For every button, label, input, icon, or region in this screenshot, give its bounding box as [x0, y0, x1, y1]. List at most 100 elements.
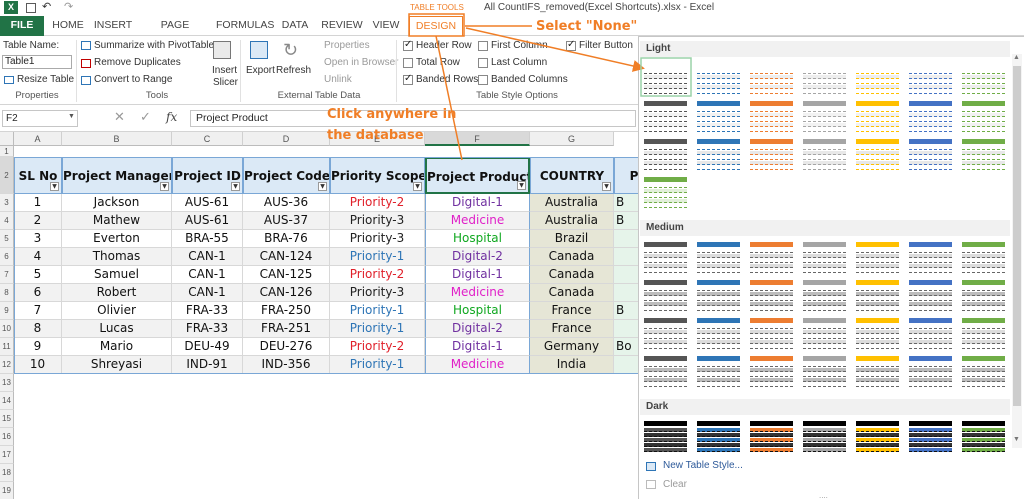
table-cell[interactable]: CAN-125	[243, 266, 330, 284]
filter-dropdown-icon[interactable]: ▼	[160, 182, 169, 191]
table-style-medium[interactable]	[960, 278, 1007, 311]
table-style-light[interactable]	[695, 137, 742, 170]
table-cell[interactable]: Robert	[62, 284, 172, 302]
table-style-light[interactable]	[907, 137, 954, 170]
filter-dropdown-icon[interactable]: ▼	[50, 182, 59, 191]
filter-button-checkbox[interactable]	[566, 39, 576, 51]
table-style-light[interactable]	[695, 61, 742, 94]
unlink-button[interactable]: Unlink	[324, 74, 352, 85]
row-header[interactable]: 14	[0, 392, 14, 410]
select-all-corner[interactable]	[0, 132, 14, 146]
column-header[interactable]: A	[14, 132, 62, 146]
enter-icon[interactable]: ✓	[140, 109, 151, 125]
row-header[interactable]: 1	[0, 146, 14, 157]
filter-dropdown-icon[interactable]: ▼	[413, 182, 422, 191]
table-style-light[interactable]	[960, 61, 1007, 94]
refresh-button[interactable]: Refresh	[276, 65, 311, 76]
table-cell[interactable]: Canada	[530, 266, 614, 284]
row-header[interactable]: 19	[0, 482, 14, 499]
header-row-checkbox[interactable]	[403, 39, 413, 51]
insert-slicer-button[interactable]: Insert	[212, 65, 237, 76]
scroll-up-icon[interactable]: ▲	[1013, 54, 1020, 61]
table-cell[interactable]: Everton	[62, 230, 172, 248]
table-cell[interactable]: Mario	[62, 338, 172, 356]
table-style-light[interactable]	[801, 61, 848, 94]
table-style-medium[interactable]	[642, 240, 689, 273]
clear-button[interactable]: Clear	[663, 479, 687, 490]
table-cell[interactable]: Medicine	[425, 212, 530, 230]
table-cell[interactable]: Priority-3	[330, 284, 425, 302]
table-cell[interactable]: Canada	[530, 248, 614, 266]
tab-insert[interactable]: INSERT	[93, 16, 133, 36]
table-cell[interactable]: BRA-76	[243, 230, 330, 248]
first-column-checkbox[interactable]	[478, 41, 488, 51]
table-cell[interactable]	[614, 266, 638, 284]
table-cell[interactable]: AUS-61	[172, 212, 243, 230]
tab-home[interactable]: HOME	[49, 16, 87, 36]
row-header[interactable]: 8	[0, 284, 14, 302]
scroll-down-icon[interactable]: ▼	[1013, 436, 1020, 443]
table-cell[interactable]: IND-91	[172, 356, 243, 374]
table-cell[interactable]: Priority-1	[330, 248, 425, 266]
gallery-scrollbar[interactable]: ▲ ▼	[1012, 54, 1022, 448]
table-cell[interactable]: B	[614, 302, 638, 320]
scroll-thumb[interactable]	[1013, 66, 1021, 406]
table-cell[interactable]: Brazil	[530, 230, 614, 248]
table-style-medium[interactable]	[854, 278, 901, 311]
row-header[interactable]: 9	[0, 302, 14, 320]
table-header-cell[interactable]: Project ID ▼	[172, 157, 243, 194]
table-header-cell[interactable]: Project Manager ▼	[62, 157, 172, 194]
worksheet-grid[interactable]: ABCDEFG 1234567891011121314151617181920 …	[0, 132, 638, 499]
row-header[interactable]: 15	[0, 410, 14, 428]
table-style-light[interactable]	[907, 61, 954, 94]
table-cell[interactable]: Priority-3	[330, 230, 425, 248]
table-style-medium[interactable]	[748, 240, 795, 273]
cancel-icon[interactable]: ✕	[114, 109, 125, 125]
table-style-light[interactable]	[801, 99, 848, 132]
table-cell[interactable]	[614, 230, 638, 248]
table-style-light[interactable]	[642, 99, 689, 132]
table-cell[interactable]: Australia	[530, 212, 614, 230]
total-row-checkbox[interactable]	[403, 58, 413, 68]
table-cell[interactable]: DEU-49	[172, 338, 243, 356]
table-style-medium[interactable]	[960, 316, 1007, 349]
table-style-medium[interactable]	[854, 316, 901, 349]
summarize-pivottable-button[interactable]: Summarize with PivotTable	[94, 40, 214, 51]
table-style-medium[interactable]	[695, 316, 742, 349]
row-header[interactable]: 11	[0, 338, 14, 356]
filter-dropdown-icon[interactable]: ▼	[231, 182, 240, 191]
table-style-none[interactable]	[642, 61, 689, 94]
table-style-medium[interactable]	[695, 240, 742, 273]
properties-button[interactable]: Properties	[324, 40, 370, 51]
table-cell[interactable]: Priority-1	[330, 356, 425, 374]
table-style-light[interactable]	[854, 137, 901, 170]
table-cell[interactable]: Priority-1	[330, 320, 425, 338]
table-cell[interactable]: India	[530, 356, 614, 374]
table-cell[interactable]: IND-356	[243, 356, 330, 374]
tab-data[interactable]: DATA	[279, 16, 311, 36]
table-cell[interactable]: Australia	[530, 194, 614, 212]
table-cell[interactable]	[614, 320, 638, 338]
table-cell[interactable]: FRA-250	[243, 302, 330, 320]
table-style-light[interactable]	[748, 137, 795, 170]
table-header-cell[interactable]: SL No ▼	[14, 157, 62, 194]
table-style-light[interactable]	[695, 99, 742, 132]
filter-dropdown-icon[interactable]: ▼	[517, 181, 526, 190]
table-cell[interactable]: AUS-36	[243, 194, 330, 212]
row-header[interactable]: 4	[0, 212, 14, 230]
table-cell[interactable]: B	[614, 212, 638, 230]
insert-slicer-button-line2[interactable]: Slicer	[213, 77, 238, 88]
new-table-style-button[interactable]: New Table Style...	[663, 460, 743, 471]
table-cell[interactable]: Shreyasi	[62, 356, 172, 374]
row-header[interactable]: 7	[0, 266, 14, 284]
table-style-medium[interactable]	[907, 354, 954, 387]
table-cell[interactable]: 5	[14, 266, 62, 284]
table-cell[interactable]: 7	[14, 302, 62, 320]
table-style-dark[interactable]	[960, 419, 1007, 452]
table-style-medium[interactable]	[642, 354, 689, 387]
row-header[interactable]: 16	[0, 428, 14, 446]
table-header-cell[interactable]: COUNTRY ▼	[530, 157, 614, 194]
column-header[interactable]: G	[530, 132, 614, 146]
column-header[interactable]: C	[172, 132, 243, 146]
table-cell[interactable]: 9	[14, 338, 62, 356]
